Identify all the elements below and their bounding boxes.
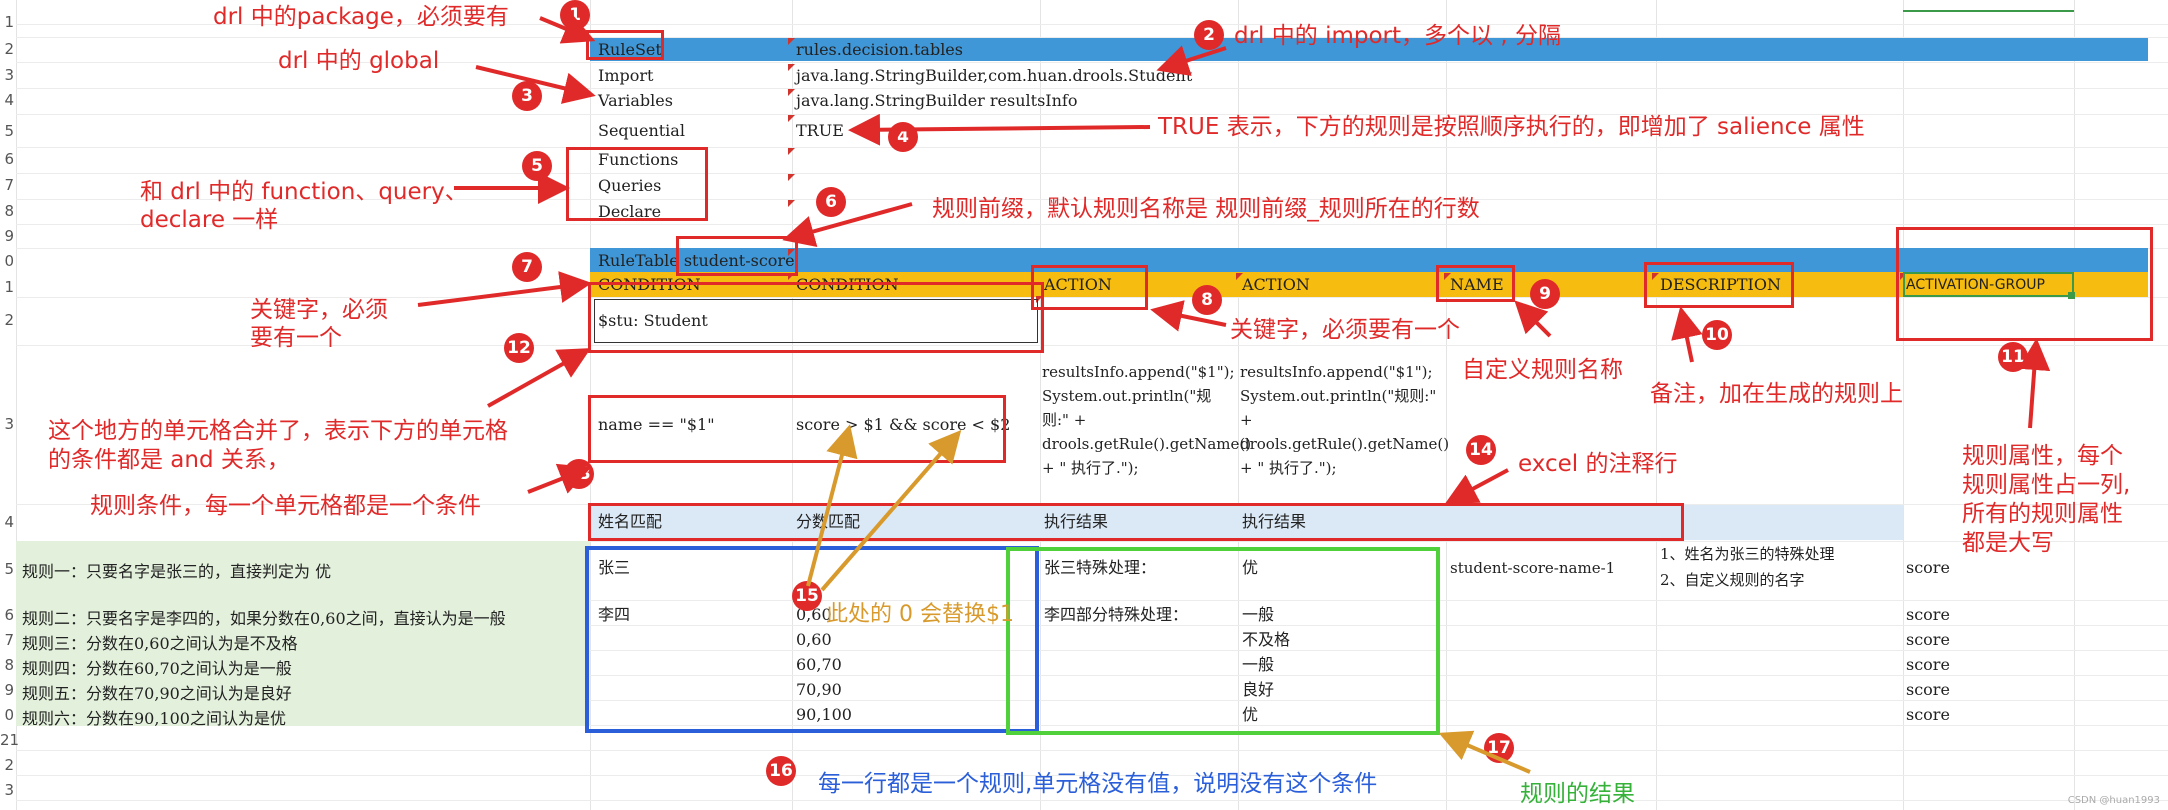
arrow-3 [475, 65, 596, 104]
arrow-14 [1444, 468, 1509, 504]
arrow-9 [1514, 300, 1552, 338]
arrows-layer [417, 14, 2051, 774]
arrow-15a [806, 424, 858, 587]
arrow-2 [1156, 45, 1227, 76]
arrow-10 [1671, 306, 1703, 363]
arrow-4 [848, 113, 1151, 146]
spreadsheet: 1 2 3 4 5 6 7 8 9 0 1 2 3 4 5 6 7 8 9 0 … [0, 0, 2168, 810]
arrow-11 [2018, 338, 2051, 429]
arrow-7 [417, 271, 592, 307]
arrow-12 [487, 348, 591, 408]
arrow-1 [539, 14, 596, 44]
watermark: CSDN @huan1993 [2067, 795, 2160, 806]
arrow-13 [527, 463, 592, 494]
arrow-17 [1438, 730, 1531, 774]
arrow-8 [1150, 300, 1227, 332]
arrow-6 [782, 202, 913, 247]
